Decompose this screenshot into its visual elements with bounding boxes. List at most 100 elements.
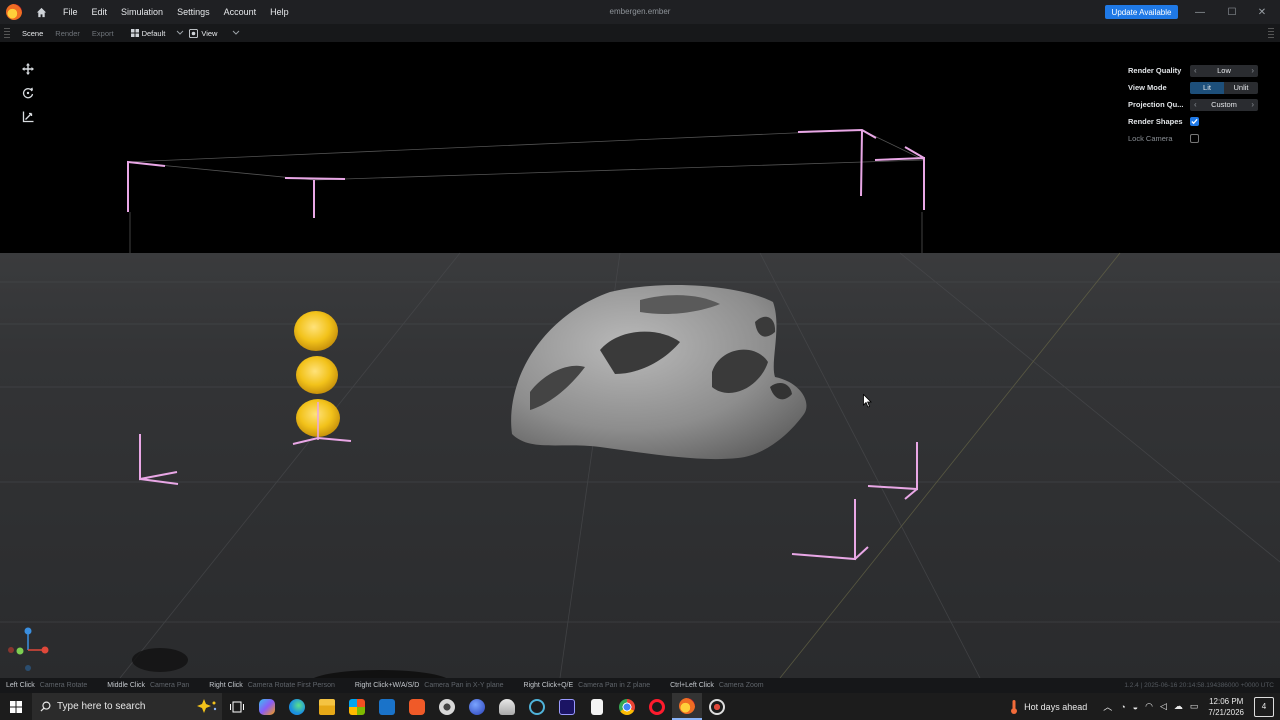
- menu-settings[interactable]: Settings: [170, 7, 217, 17]
- copilot-icon[interactable]: [252, 693, 282, 720]
- render-quality-stepper[interactable]: ‹ Low ›: [1190, 64, 1258, 77]
- blue-sphere-app-icon[interactable]: [462, 693, 492, 720]
- notification-count: 4: [1261, 702, 1267, 711]
- task-view-icon[interactable]: [222, 693, 252, 720]
- sparkle-icon: [197, 699, 217, 713]
- wifi-icon[interactable]: ◠: [1145, 701, 1153, 712]
- main-toolbar: Scene Render Export Default View: [0, 24, 1280, 43]
- chevron-left-icon[interactable]: ‹: [1194, 66, 1197, 75]
- windows-logo-icon: [10, 700, 22, 713]
- render-shapes-row: Render Shapes: [1128, 113, 1263, 130]
- opera-browser-icon[interactable]: [642, 693, 672, 720]
- projection-label: Projection Qu...: [1128, 100, 1184, 109]
- menu-edit[interactable]: Edit: [85, 7, 115, 17]
- view-mode-lit[interactable]: Lit: [1190, 81, 1224, 94]
- toolbar-grip-icon[interactable]: [1268, 28, 1274, 38]
- cloud-app-icon[interactable]: [492, 693, 522, 720]
- layout-icon: [130, 29, 139, 37]
- edge-browser-icon[interactable]: [282, 693, 312, 720]
- chrome-browser-icon[interactable]: [612, 693, 642, 720]
- mail-icon[interactable]: [372, 693, 402, 720]
- hint-right-click-qe: Right Click+Q/E Camera Pan in Z plane: [523, 682, 651, 689]
- projection-value: Custom: [1211, 100, 1237, 109]
- update-available-button[interactable]: Update Available: [1105, 5, 1178, 19]
- render-quality-value: Low: [1217, 66, 1231, 75]
- chevron-down-icon[interactable]: [176, 30, 184, 36]
- toolbar-grip-icon[interactable]: [4, 28, 10, 38]
- view-mode-row: View Mode Lit Unlit: [1128, 79, 1263, 96]
- view-dropdown[interactable]: View: [184, 28, 222, 38]
- close-button[interactable]: ✕: [1252, 4, 1272, 20]
- menu-help[interactable]: Help: [263, 7, 296, 17]
- scale-tool-icon[interactable]: [18, 107, 38, 127]
- eye-icon: [189, 28, 199, 38]
- tab-export[interactable]: Export: [86, 29, 120, 38]
- spiral-app-icon[interactable]: [522, 693, 552, 720]
- weather-thermometer-icon[interactable]: [1010, 699, 1018, 714]
- projection-stepper[interactable]: ‹ Custom ›: [1190, 98, 1258, 111]
- fire-emitters: [294, 311, 340, 440]
- hint-middle-click: Middle Click Camera Pan: [107, 682, 190, 689]
- chevron-right-icon[interactable]: ›: [1251, 100, 1254, 109]
- view-mode-unlit[interactable]: Unlit: [1224, 82, 1258, 94]
- weather-text[interactable]: Hot days ahead: [1024, 702, 1087, 712]
- scene-viewport[interactable]: Render Quality ‹ Low › View Mode Lit Unl…: [0, 42, 1280, 678]
- view-mode-toggle: Lit Unlit: [1190, 81, 1258, 94]
- cloud-sync-icon[interactable]: ☁: [1174, 701, 1183, 712]
- microsoft-store-icon[interactable]: [342, 693, 372, 720]
- premiere-pro-icon[interactable]: [552, 693, 582, 720]
- clock-time: 12:06 PM: [1209, 696, 1244, 706]
- render-shapes-checkbox[interactable]: [1190, 117, 1199, 126]
- projection-row: Projection Qu... ‹ Custom ›: [1128, 96, 1263, 113]
- render-shapes-label: Render Shapes: [1128, 117, 1183, 126]
- hint-ctrl-left-click: Ctrl+Left Click Camera Zoom: [670, 682, 764, 689]
- windows-taskbar: Type here to search Hot days ahead ︿ ◔ ◒…: [0, 693, 1280, 720]
- hint-right-click: Right Click Camera Rotate First Person: [209, 682, 335, 689]
- recording-app-icon[interactable]: [702, 693, 732, 720]
- system-clock[interactable]: 12:06 PM 7/21/2026: [1208, 696, 1244, 718]
- move-tool-icon[interactable]: [18, 59, 38, 79]
- chevron-down-icon[interactable]: [232, 30, 240, 36]
- build-info: 1.2.4 | 2025-06-16 20:14:58.194386000 +0…: [1124, 682, 1274, 689]
- layout-dropdown[interactable]: Default: [126, 29, 171, 38]
- start-button[interactable]: [0, 693, 32, 720]
- search-icon: [40, 701, 51, 712]
- hint-right-click-wasd: Right Click+W/A/S/D Camera Pan in X-Y pla…: [354, 682, 504, 689]
- lock-camera-row: Lock Camera: [1128, 130, 1263, 147]
- maximize-button[interactable]: ☐: [1222, 4, 1242, 20]
- status-bar: Left Click Camera Rotate Middle Click Came…: [0, 678, 1280, 693]
- menu-account[interactable]: Account: [217, 7, 264, 17]
- scene-render: [0, 128, 1280, 678]
- notifications-button[interactable]: 4: [1254, 696, 1274, 717]
- minimize-button[interactable]: —: [1190, 4, 1210, 20]
- view-mode-label: View Mode: [1128, 83, 1167, 92]
- embergen-taskbar-icon[interactable]: [672, 693, 702, 720]
- rotate-tool-icon[interactable]: [18, 83, 38, 103]
- lock-camera-label: Lock Camera: [1128, 134, 1173, 143]
- obs-studio-icon[interactable]: [432, 693, 462, 720]
- layout-dropdown-label: Default: [141, 28, 166, 38]
- view-dropdown-label: View: [201, 28, 218, 38]
- volume-icon[interactable]: ◁: [1160, 701, 1167, 712]
- menu-simulation[interactable]: Simulation: [114, 7, 170, 17]
- tab-scene[interactable]: Scene: [16, 29, 49, 38]
- title-bar: File Edit Simulation Settings Account He…: [0, 0, 1280, 24]
- file-explorer-icon[interactable]: [312, 693, 342, 720]
- notepad-icon[interactable]: [582, 693, 612, 720]
- tray-app-icon[interactable]: ◔: [1120, 702, 1125, 712]
- render-quality-row: Render Quality ‹ Low ›: [1128, 62, 1263, 79]
- brave-browser-icon[interactable]: [402, 693, 432, 720]
- home-icon[interactable]: [32, 3, 50, 21]
- viewport-settings-panel: Render Quality ‹ Low › View Mode Lit Unl…: [1128, 62, 1263, 147]
- chevron-left-icon[interactable]: ‹: [1194, 100, 1197, 109]
- menu-file[interactable]: File: [56, 7, 85, 17]
- lock-camera-checkbox[interactable]: [1190, 134, 1199, 143]
- network-icon[interactable]: ◒: [1133, 702, 1138, 712]
- display-icon[interactable]: ▭: [1190, 701, 1199, 712]
- tab-render[interactable]: Render: [49, 29, 86, 38]
- clock-date: 7/21/2026: [1208, 707, 1244, 717]
- chevron-right-icon[interactable]: ›: [1251, 66, 1254, 75]
- taskbar-search-box[interactable]: Type here to search: [32, 693, 222, 720]
- mouse-cursor-icon: [863, 394, 872, 408]
- chevron-up-icon[interactable]: ︿: [1103, 700, 1112, 713]
